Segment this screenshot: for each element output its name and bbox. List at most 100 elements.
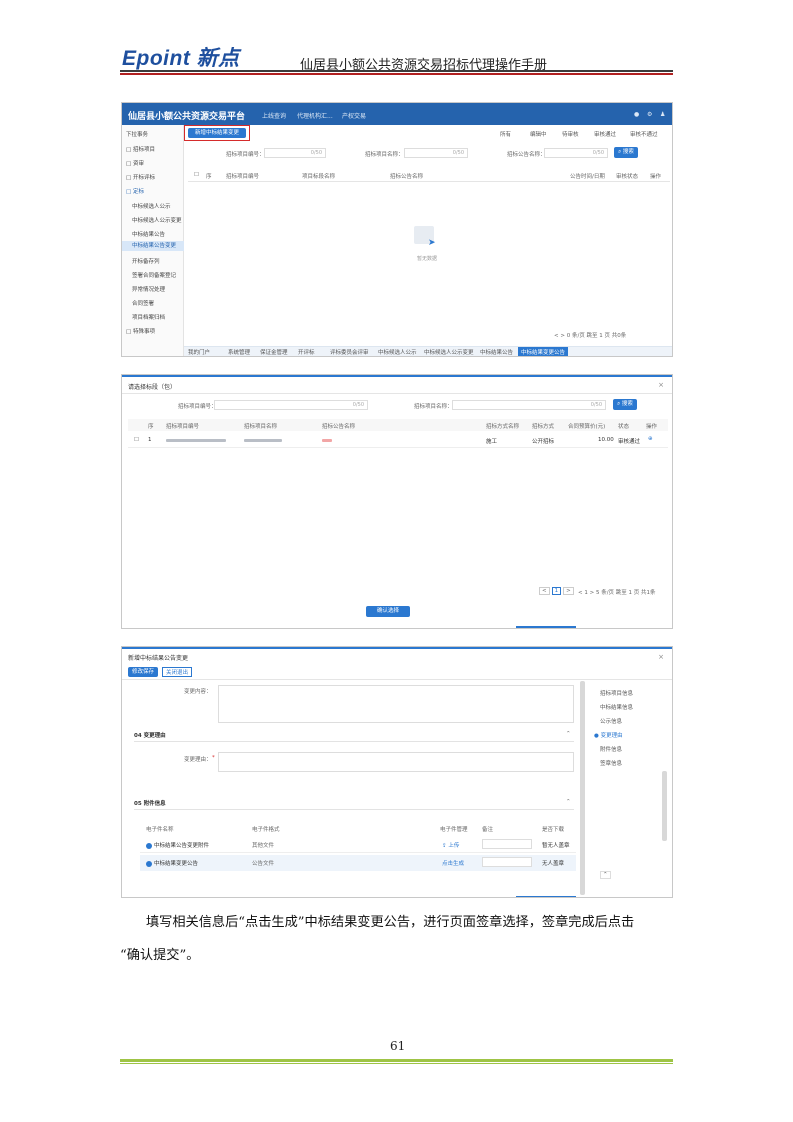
bottom-tab[interactable]: 中标候选人公示变更 (424, 348, 474, 356)
collapse-icon[interactable]: ⌃ (566, 799, 571, 805)
bottom-tab[interactable]: 系统管理 (228, 348, 250, 356)
collapse-icon[interactable]: ⌃ (566, 731, 571, 737)
next-page[interactable]: > (563, 587, 574, 595)
project-name-input[interactable]: 0/50 (404, 148, 468, 158)
pagination[interactable]: < > 0 条/页 跳至 1 页 共0条 (554, 331, 626, 339)
toolbar-divider (122, 679, 672, 680)
toc-item[interactable]: 附件信息 (600, 745, 622, 753)
top-menu-item[interactable]: 上线查询 (262, 111, 286, 120)
bottom-tab[interactable]: 中标候选人公示 (378, 348, 417, 356)
bottom-tab[interactable]: 我的门户 (188, 348, 210, 356)
close-exit-button[interactable]: 关闭退出 (162, 667, 192, 677)
section-divider (134, 809, 574, 810)
sidebar-item[interactable]: 下拉事务 (126, 130, 148, 138)
change-reason-textarea[interactable] (218, 752, 574, 772)
toc-item-active[interactable]: ● 变更理由 (594, 731, 623, 739)
pagination-info[interactable]: < 1 > 5 条/页 跳至 1 页 共1条 (578, 588, 656, 596)
toc-item[interactable]: 中标结果信息 (600, 703, 633, 711)
radio-rejected[interactable]: 审核不通过 (630, 130, 658, 138)
remark-input[interactable] (482, 857, 532, 867)
toc-scrollbar[interactable] (662, 771, 667, 841)
col-header[interactable]: 公告时间/日期 (570, 172, 605, 180)
close-icon[interactable]: × (658, 653, 664, 661)
remark-input[interactable] (482, 839, 532, 849)
prev-page[interactable]: < (539, 587, 550, 595)
page-current[interactable]: 1 (551, 587, 562, 595)
sidebar-subitem[interactable]: 项目档案归档 (132, 313, 165, 321)
toc-item[interactable]: 公示信息 (600, 717, 622, 725)
change-content-textarea[interactable] (218, 685, 574, 723)
bottom-tab[interactable]: 评标委员会评审 (330, 348, 369, 356)
top-menu-item[interactable]: 产权交易 (342, 111, 366, 120)
row-index: 1 (148, 437, 152, 443)
sidebar-subitem[interactable]: 开标备存列 (132, 257, 160, 265)
save-button[interactable]: 修改保存 (128, 667, 158, 677)
sidebar-item[interactable]: □ 特殊事项 (126, 327, 155, 335)
col-header[interactable]: 招标项目名称 (244, 422, 277, 430)
bell-icon[interactable]: ● (634, 111, 639, 118)
row-status: 审核通过 (618, 439, 641, 445)
search-button[interactable]: ⌕ 搜索 (614, 147, 638, 158)
row-checkbox[interactable]: ☐ (134, 437, 139, 443)
form-scrollbar[interactable] (580, 681, 585, 895)
sidebar-item[interactable]: □ 定标 (126, 187, 144, 195)
app-title: 仙居县小额公共资源交易平台 (128, 112, 246, 122)
sidebar-subitem[interactable]: 签署合同备案登记 (132, 271, 176, 279)
toc-item[interactable]: 招标项目信息 (600, 689, 633, 697)
sidebar-subitem[interactable]: 异常情况处理 (132, 285, 165, 293)
col-header[interactable]: 招标方式名称 (486, 422, 519, 430)
radio-editing[interactable]: 编辑中 (530, 130, 547, 138)
col-header[interactable]: 审核状态 (616, 172, 638, 180)
search-button-label: 搜索 (622, 149, 634, 155)
dialog-top-border (122, 375, 672, 377)
bottom-tab[interactable]: 开评标 (298, 348, 315, 356)
sidebar-subitem[interactable]: 中标结果公告 (132, 230, 165, 238)
bottom-tab[interactable]: 保证金管理 (260, 348, 288, 356)
col-header[interactable]: 招标方式 (532, 422, 554, 430)
sidebar-item[interactable]: □ 开标评标 (126, 173, 155, 181)
sidebar-item[interactable]: □ 招标项目 (126, 145, 155, 153)
col-header[interactable]: 招标项目编号 (226, 172, 259, 180)
user-icon[interactable]: ♟ (660, 111, 665, 118)
col-header[interactable]: 招标公告名称 (322, 422, 355, 430)
radio-all[interactable]: 所有 (500, 130, 511, 138)
dialog-top-border (122, 647, 672, 649)
col-checkbox[interactable]: ☐ (194, 172, 199, 178)
home-icon[interactable]: ⌂ (238, 111, 242, 119)
bottom-tab[interactable]: 中标结果公告 (480, 348, 513, 356)
pagination[interactable]: <1 > (538, 587, 575, 595)
sidebar-item[interactable]: □ 资审 (126, 159, 144, 167)
row-price: 10.00 (598, 437, 614, 443)
sidebar-subitem-active[interactable]: 中标结果公告变更 (122, 241, 184, 251)
sidebar-subitem[interactable]: 合同签署 (132, 299, 154, 307)
scroll-top-button[interactable]: ⌃ (600, 871, 611, 879)
project-code-input[interactable]: 0/50 (214, 400, 368, 410)
project-name-input[interactable]: 0/50 (452, 400, 606, 410)
radio-approved[interactable]: 审核通过 (594, 130, 616, 138)
generate-link[interactable]: 点击生成 (442, 859, 464, 867)
col-header[interactable]: 招标公告名称 (390, 172, 423, 180)
sidebar-subitem[interactable]: 中标候选人公示 (132, 202, 171, 210)
table-row: 中标结果公告变更附件 其他文件 ⇪ 上传 暂无人盖章 (140, 837, 576, 853)
screenshot-select-section-dialog: 请选择标段（包） × 招标项目编号： 0/50 招标项目名称： 0/50 ⌕ 搜… (121, 374, 673, 629)
redacted-project-code (166, 439, 226, 442)
project-code-input[interactable]: 0/50 (264, 148, 326, 158)
top-menu-item[interactable]: 代理机构汇... (297, 111, 333, 120)
col-header[interactable]: 招标项目编号 (166, 422, 199, 430)
toc-item[interactable]: 签章信息 (600, 759, 622, 767)
sidebar-subitem[interactable]: 中标候选人公示变更 (132, 216, 182, 224)
col-header[interactable]: 合同预算价(元) (568, 422, 605, 430)
search-button[interactable]: ⌕ 搜索 (613, 399, 637, 410)
col-header[interactable]: 项目标段名称 (302, 172, 335, 180)
confirm-select-button[interactable]: 确认选择 (366, 606, 410, 617)
upload-link[interactable]: ⇪ 上传 (442, 841, 459, 849)
notice-name-input[interactable]: 0/50 (544, 148, 608, 158)
bottom-tab-active[interactable]: 中标结果变更公告 (518, 347, 569, 356)
close-icon[interactable]: × (658, 381, 664, 389)
header-divider-red (120, 73, 673, 75)
attachment-extra: 无人盖章 (542, 861, 565, 867)
select-row-icon[interactable]: ⊕ (648, 436, 653, 442)
radio-pending[interactable]: 待审核 (562, 130, 579, 138)
dialog-title: 新增中标结果公告变更 (128, 655, 189, 662)
settings-icon[interactable]: ⚙ (647, 111, 652, 118)
